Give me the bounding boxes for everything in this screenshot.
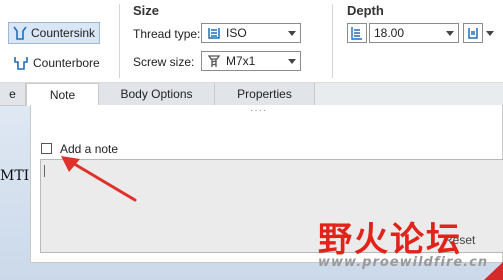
depth-group-title: Depth xyxy=(347,3,384,18)
tab-properties[interactable]: Properties xyxy=(215,83,315,105)
ribbon-separator xyxy=(119,4,120,78)
watermark-logo: 野火论坛 xyxy=(318,212,462,261)
tab-note[interactable]: Note xyxy=(26,83,99,106)
depth-type-button[interactable] xyxy=(347,23,367,43)
ribbon-separator xyxy=(332,4,333,78)
tab-body-options[interactable]: Body Options xyxy=(99,83,215,105)
thread-type-value: ISO xyxy=(226,26,247,40)
depth-value: 18.00 xyxy=(374,26,405,40)
decor-triangle xyxy=(484,262,503,280)
counterbore-label: Counterbore xyxy=(33,56,100,70)
thread-type-dropdown[interactable]: ISO xyxy=(201,23,301,43)
counterbore-button[interactable]: Counterbore xyxy=(8,52,108,74)
watermark-url: www.proewildfire.cn xyxy=(318,255,489,270)
screw-size-dropdown[interactable]: M7x1 xyxy=(201,51,301,71)
depth-value-field[interactable]: 18.00 xyxy=(369,23,459,43)
thread-type-label: Thread type: xyxy=(133,27,201,41)
screw-icon xyxy=(206,53,222,69)
annotation-arrow xyxy=(61,156,137,202)
add-note-checkbox[interactable] xyxy=(41,143,52,154)
countersink-icon xyxy=(13,25,27,41)
screw-size-value: M7x1 xyxy=(226,54,256,68)
countersink-button[interactable]: Countersink xyxy=(8,22,100,44)
text-cursor xyxy=(44,165,45,177)
tab-partial[interactable]: e xyxy=(0,83,26,105)
size-group-title: Size xyxy=(133,3,160,18)
panel-grip-handle[interactable]: ···· xyxy=(250,105,267,116)
watermark-chinese: 野火论坛 xyxy=(318,220,462,260)
thread-type-icon xyxy=(206,25,222,41)
chevron-down-icon xyxy=(446,30,454,36)
counterbore-icon xyxy=(13,55,29,71)
chevron-down-icon[interactable] xyxy=(486,31,494,36)
depth-flip-button[interactable] xyxy=(463,23,483,43)
chevron-down-icon xyxy=(288,30,296,36)
background-text: MTI xyxy=(0,168,30,184)
countersink-label: Countersink xyxy=(31,26,96,40)
chevron-down-icon xyxy=(288,58,296,64)
screw-size-label: Screw size: xyxy=(133,55,195,69)
